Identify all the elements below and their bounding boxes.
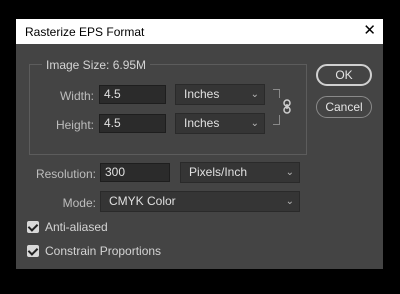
width-unit-value: Inches — [184, 87, 220, 101]
chevron-down-icon: ⌄ — [250, 89, 259, 100]
anti-aliased-label[interactable]: Anti-aliased — [45, 220, 108, 234]
link-icon[interactable] — [282, 99, 292, 114]
constrain-proportions-label[interactable]: Constrain Proportions — [45, 244, 161, 258]
height-unit-select[interactable]: Inches ⌄ — [175, 113, 265, 134]
mode-select[interactable]: CMYK Color ⌄ — [100, 191, 300, 212]
chevron-down-icon: ⌄ — [285, 196, 294, 207]
constrain-proportions-checkbox[interactable] — [27, 245, 39, 257]
mode-value: CMYK Color — [109, 194, 176, 208]
constrain-bracket-bottom — [273, 115, 280, 125]
rasterize-eps-dialog: Rasterize EPS Format ✕ Image Size: 6.95M… — [16, 19, 383, 269]
resolution-input[interactable]: 300 — [100, 163, 170, 182]
height-label: Height: — [55, 118, 94, 132]
mode-label: Mode: — [62, 196, 96, 210]
close-icon[interactable]: ✕ — [363, 22, 376, 40]
title-bar: Rasterize EPS Format ✕ — [16, 19, 383, 44]
cancel-button[interactable]: Cancel — [316, 96, 372, 118]
height-input[interactable]: 4.5 — [99, 114, 166, 133]
width-label: Width: — [59, 89, 94, 103]
width-unit-select[interactable]: Inches ⌄ — [175, 84, 265, 105]
anti-aliased-checkbox[interactable] — [27, 221, 39, 233]
chevron-down-icon: ⌄ — [250, 118, 259, 129]
constrain-bracket-top — [273, 89, 280, 98]
image-size-group — [29, 64, 307, 155]
width-input[interactable]: 4.5 — [99, 85, 166, 104]
image-size-label: Image Size: 6.95M — [42, 58, 151, 72]
height-unit-value: Inches — [184, 116, 220, 130]
resolution-label: Resolution: — [35, 167, 96, 181]
ok-button[interactable]: OK — [316, 64, 372, 86]
chevron-down-icon: ⌄ — [285, 167, 294, 178]
resolution-unit-value: Pixels/Inch — [189, 165, 248, 179]
resolution-unit-select[interactable]: Pixels/Inch ⌄ — [180, 162, 300, 183]
dialog-title: Rasterize EPS Format — [25, 25, 145, 39]
